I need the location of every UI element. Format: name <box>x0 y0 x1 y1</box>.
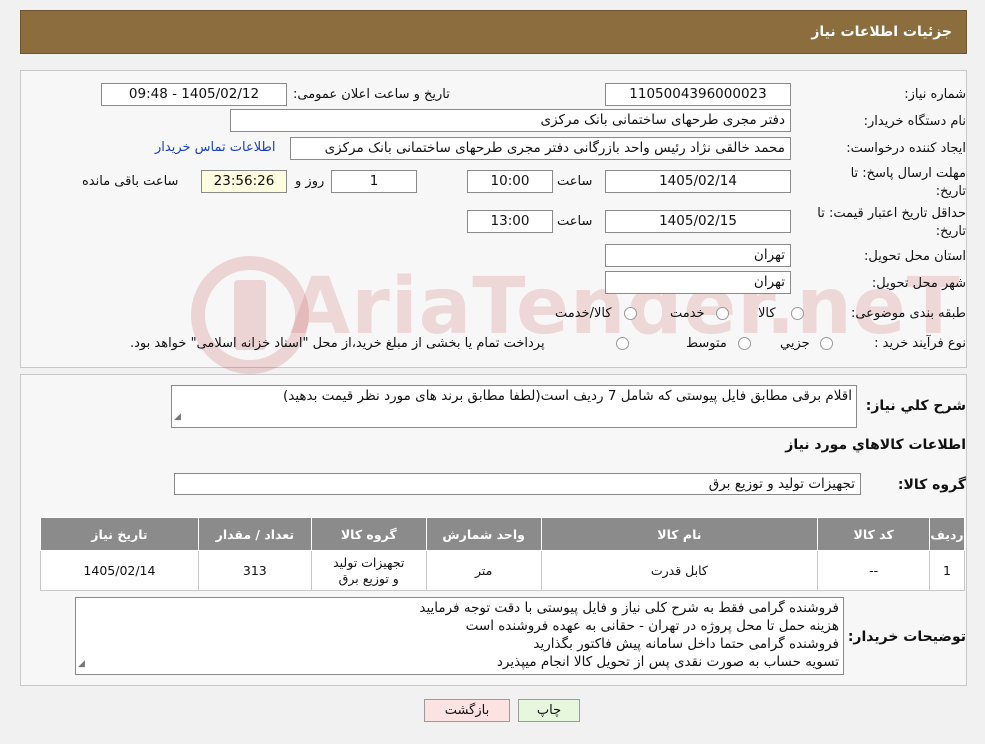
buyer-org-label: نام دستگاه خریدار: <box>863 114 966 129</box>
buyer-contact-link[interactable]: اطلاعات تماس خریدار <box>155 140 275 155</box>
province-field: تهران <box>605 244 791 267</box>
resize-handle-icon[interactable]: ◢ <box>78 655 85 673</box>
items-table: رديف کد کالا نام کالا واحد شمارش گروه کا… <box>40 517 965 591</box>
col-unit: واحد شمارش <box>425 517 542 551</box>
category-goods-radio[interactable] <box>791 307 804 320</box>
deadline-label: مهلت ارسال پاسخ: تا <box>850 166 966 181</box>
description-text: اقلام برقی مطابق فایل پیوستی که شامل 7 ر… <box>282 388 852 404</box>
cell-item-code: -- <box>817 550 931 591</box>
cell-row-number: 1 <box>929 550 965 591</box>
back-button[interactable]: بازگشت <box>424 699 510 722</box>
buyer-note-line: فروشنده گرامی فقط به شرح کلی نیاز و فایل… <box>419 600 839 616</box>
process-label: نوع فرآیند خرید : <box>874 336 966 351</box>
requester-field: محمد خالقی نژاد رئیس واحد بازرگانی دفتر … <box>290 137 791 160</box>
category-label: طبقه بندی موضوعی: <box>850 306 966 321</box>
goods-group-field: تجهیزات تولید و توزیع برق <box>174 473 861 495</box>
need-number-field: 1105004396000023 <box>605 83 791 106</box>
buyer-note-line: فروشنده گرامی حتما داخل سامانه پیش فاکتو… <box>533 636 839 652</box>
city-field: تهران <box>605 271 791 294</box>
resize-handle-icon[interactable]: ◢ <box>174 408 181 426</box>
buyer-notes-textarea: فروشنده گرامی فقط به شرح کلی نیاز و فایل… <box>75 597 844 675</box>
process-medium-label: متوسط <box>686 336 727 351</box>
category-goods-service-label: کالا/خدمت <box>555 306 612 321</box>
validity-label: حداقل تاریخ اعتبار قیمت: تا <box>817 206 966 221</box>
col-need-date: تاريخ نياز <box>40 517 199 551</box>
validity-label-date: تاریخ: <box>935 224 966 239</box>
goods-info-title: اطلاعات کالاهاي مورد نياز <box>785 437 966 453</box>
col-quantity: تعداد / مقدار <box>197 517 312 551</box>
category-goods-service-radio[interactable] <box>624 307 637 320</box>
cell-item-group: تجهیزات تولید و توزیع برق <box>310 550 427 591</box>
category-goods-label: کالا <box>758 306 776 321</box>
cell-quantity: 313 <box>197 550 312 591</box>
page-title: جزئیات اطلاعات نیاز <box>811 24 952 40</box>
cell-item-name: کابل قدرت <box>540 550 819 591</box>
validity-time-label: ساعت <box>557 214 593 229</box>
col-item-name: نام کالا <box>540 517 819 551</box>
cell-unit: متر <box>425 550 542 591</box>
category-service-radio[interactable] <box>716 307 729 320</box>
time-remaining-field: 23:56:26 <box>201 170 287 193</box>
cell-need-date: 1405/02/14 <box>40 550 199 591</box>
goods-group-label: گروه کالا: <box>897 477 966 493</box>
announce-label: تاریخ و ساعت اعلان عمومی: <box>293 87 450 102</box>
days-label: روز و <box>295 174 325 189</box>
validity-date-field: 1405/02/15 <box>605 210 791 233</box>
table-row: 1 -- کابل قدرت متر تجهیزات تولید و توزیع… <box>40 550 965 591</box>
deadline-date-field: 1405/02/14 <box>605 170 791 193</box>
page-header: جزئیات اطلاعات نیاز <box>20 10 967 54</box>
buyer-note-line: هزینه حمل تا محل پروژه در تهران - حقانی … <box>465 618 839 634</box>
validity-time-field: 13:00 <box>467 210 553 233</box>
buyer-note-line: تسویه حساب به صورت نقدی پس از تحویل کالا… <box>496 654 839 670</box>
col-row-number: رديف <box>929 517 965 551</box>
announce-datetime-field: 1405/02/12 - 09:48 <box>101 83 287 106</box>
deadline-time-label: ساعت <box>557 174 593 189</box>
process-treasury-checkbox[interactable] <box>616 337 629 350</box>
process-treasury-note: پرداخت تمام یا بخشی از مبلغ خرید،از محل … <box>130 336 545 351</box>
process-minor-radio[interactable] <box>820 337 833 350</box>
category-service-label: خدمت <box>670 306 705 321</box>
requester-label: ایجاد کننده درخواست: <box>846 141 966 156</box>
description-textarea: اقلام برقی مطابق فایل پیوستی که شامل 7 ر… <box>171 385 857 428</box>
deadline-time-field: 10:00 <box>467 170 553 193</box>
description-label: شرح کلي نياز: <box>865 398 966 414</box>
city-label: شهر محل تحویل: <box>871 276 966 291</box>
table-header-row: رديف کد کالا نام کالا واحد شمارش گروه کا… <box>40 517 965 551</box>
process-minor-label: جزیي <box>780 336 810 351</box>
buyer-org-field: دفتر مجری طرحهای ساختمانی بانک مرکزی <box>230 109 791 132</box>
col-item-group: گروه کالا <box>310 517 427 551</box>
province-label: استان محل تحویل: <box>864 249 966 264</box>
deadline-label-date: تاریخ: <box>935 184 966 199</box>
need-number-label: شماره نیاز: <box>904 87 966 102</box>
process-medium-radio[interactable] <box>738 337 751 350</box>
days-remaining-field: 1 <box>331 170 417 193</box>
print-button[interactable]: چاپ <box>518 699 580 722</box>
col-item-code: کد کالا <box>817 517 931 551</box>
buyer-notes-label: توضيحات خريدار: <box>847 629 966 645</box>
time-remaining-label: ساعت باقی مانده <box>82 174 179 189</box>
